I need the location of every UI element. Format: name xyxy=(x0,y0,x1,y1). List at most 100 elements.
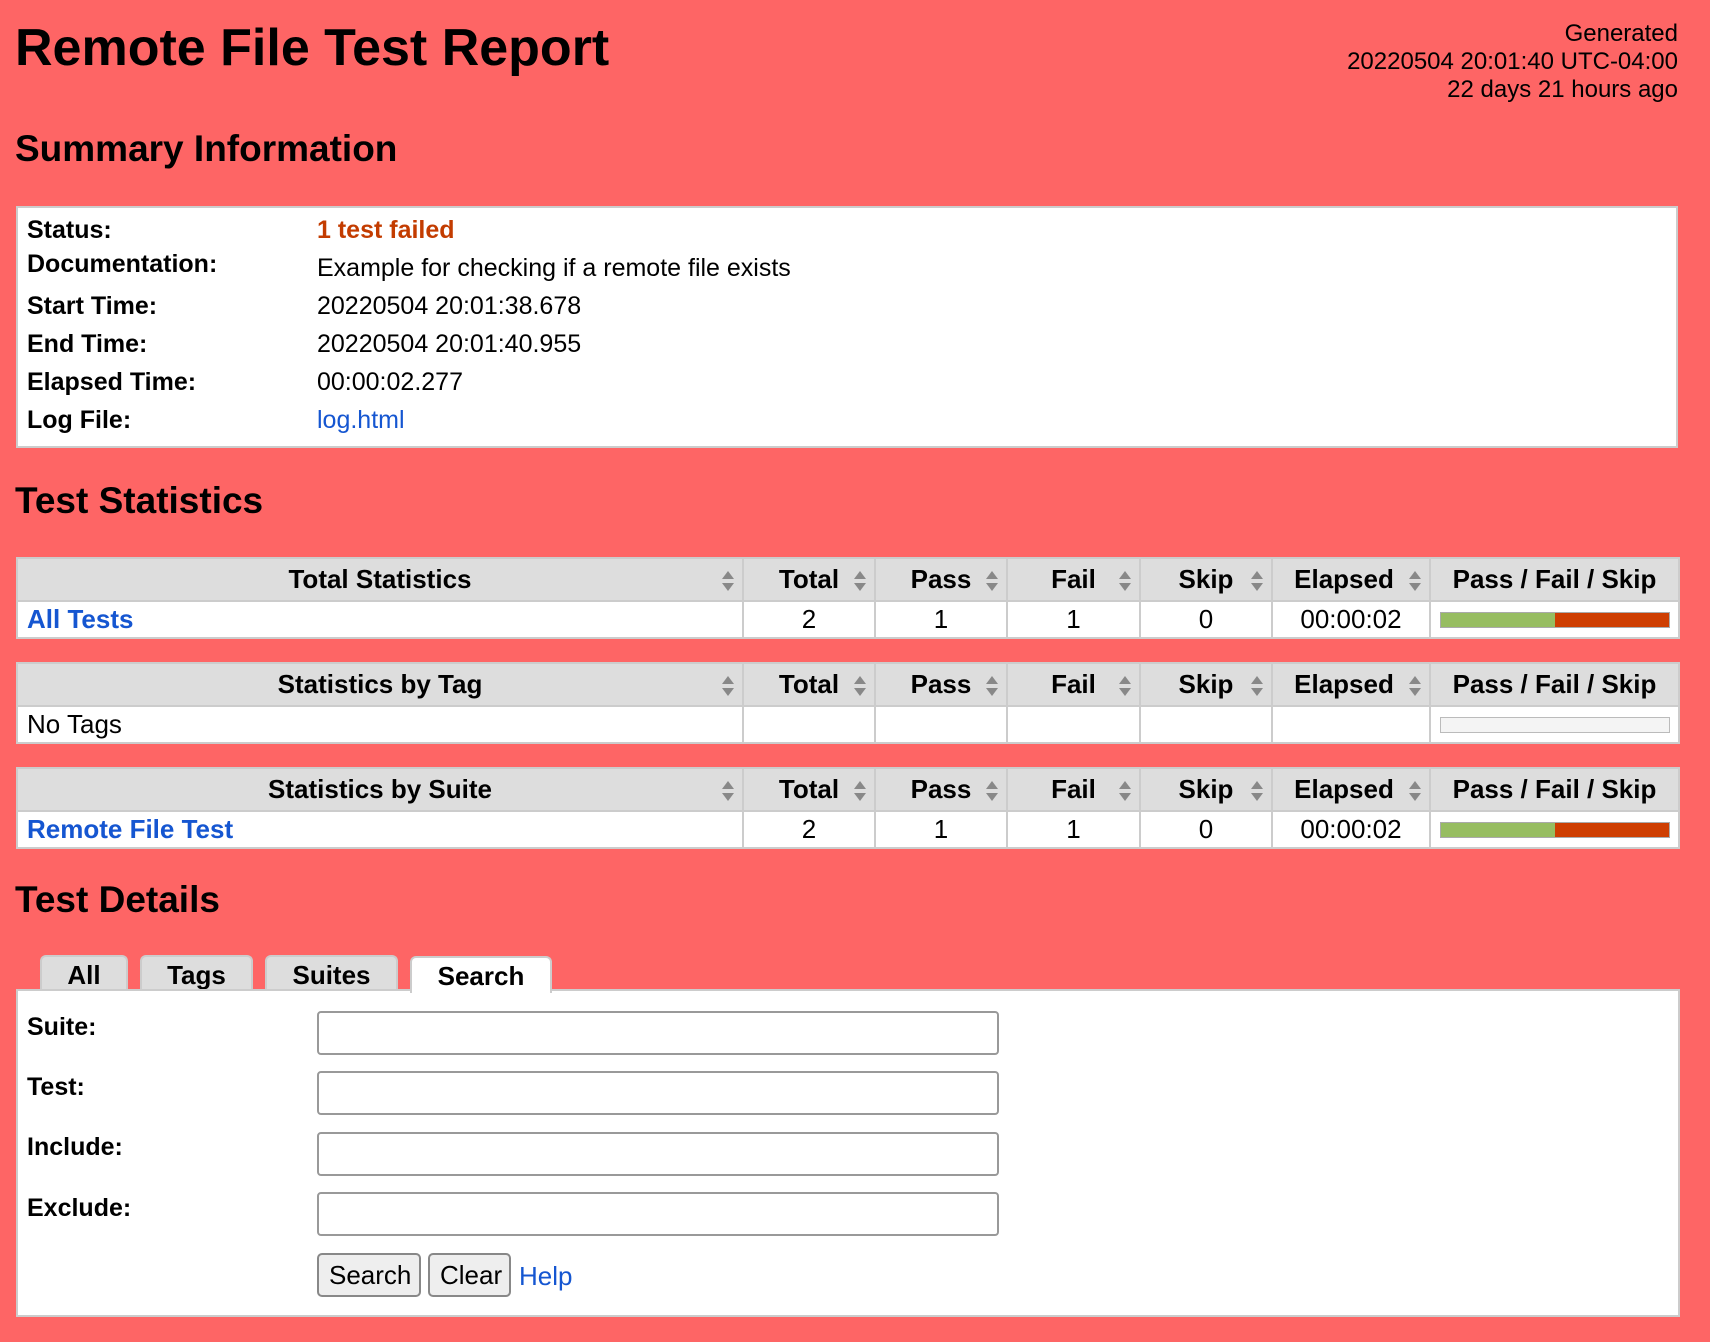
column-header-fail[interactable]: Fail xyxy=(1006,557,1141,602)
column-header-elapsed[interactable]: Elapsed xyxy=(1271,557,1431,602)
tag-statistics-table: Statistics by Tag Total Pass Fail Skip E… xyxy=(16,662,1680,744)
exclude-label: Exclude: xyxy=(27,1194,132,1222)
test-input[interactable] xyxy=(317,1071,999,1115)
column-header-total[interactable]: Total xyxy=(742,557,876,602)
column-header-pass[interactable]: Pass xyxy=(874,767,1008,812)
table-header-row: Statistics by Suite Total Pass Fail Skip… xyxy=(16,767,1680,812)
generated-label: Generated xyxy=(1564,20,1678,47)
sort-icon xyxy=(1250,570,1264,592)
graph-cell xyxy=(1429,600,1680,639)
sort-icon xyxy=(985,675,999,697)
elapsed-time-label: Elapsed Time: xyxy=(27,368,197,396)
total-cell xyxy=(742,705,876,744)
sort-icon xyxy=(1408,675,1422,697)
sort-icon xyxy=(1408,570,1422,592)
sort-icon xyxy=(985,570,999,592)
suite-input[interactable] xyxy=(317,1011,999,1055)
test-label: Test: xyxy=(27,1073,85,1101)
column-header-elapsed[interactable]: Elapsed xyxy=(1271,662,1431,707)
pass-cell: 1 xyxy=(874,600,1008,639)
statistics-heading: Test Statistics xyxy=(15,480,264,521)
summary-table: Status: 1 test failed Documentation: Exa… xyxy=(16,206,1678,448)
column-header-skip[interactable]: Skip xyxy=(1139,557,1273,602)
all-tests-link[interactable]: All Tests xyxy=(27,604,133,634)
start-time-label: Start Time: xyxy=(27,292,158,320)
column-header-graph: Pass / Fail / Skip xyxy=(1429,557,1680,602)
elapsed-time-value: 00:00:02.277 xyxy=(317,368,463,396)
start-time-value: 20220504 20:01:38.678 xyxy=(317,292,582,320)
table-row: Remote File Test 2 1 1 0 00:00:02 xyxy=(16,810,1680,849)
exclude-input[interactable] xyxy=(317,1192,999,1236)
sort-icon xyxy=(853,780,867,802)
column-header-elapsed[interactable]: Elapsed xyxy=(1271,767,1431,812)
details-heading: Test Details xyxy=(15,879,220,920)
table-header-row: Statistics by Tag Total Pass Fail Skip E… xyxy=(16,662,1680,707)
tab-tags[interactable]: Tags xyxy=(140,955,253,990)
sort-icon xyxy=(721,780,735,802)
column-header-total[interactable]: Total xyxy=(742,767,876,812)
suite-link[interactable]: Remote File Test xyxy=(27,814,233,844)
column-header-skip[interactable]: Skip xyxy=(1139,767,1273,812)
column-header-name[interactable]: Statistics by Tag xyxy=(16,662,744,707)
status-label: Status: xyxy=(27,216,112,244)
tab-suites[interactable]: Suites xyxy=(265,955,398,990)
include-label: Include: xyxy=(27,1133,123,1161)
column-header-pass[interactable]: Pass xyxy=(874,662,1008,707)
include-input[interactable] xyxy=(317,1132,999,1176)
table-header-row: Total Statistics Total Pass Fail Skip El… xyxy=(16,557,1680,602)
log-file-link[interactable]: log.html xyxy=(317,406,405,435)
column-header-total[interactable]: Total xyxy=(742,662,876,707)
search-panel: Suite: Test: Include: Exclude: Search Cl… xyxy=(16,989,1680,1317)
documentation-value: Example for checking if a remote file ex… xyxy=(317,254,791,282)
column-header-graph: Pass / Fail / Skip xyxy=(1429,767,1680,812)
sort-icon xyxy=(853,570,867,592)
pass-cell: 1 xyxy=(874,810,1008,849)
total-cell: 2 xyxy=(742,600,876,639)
sort-icon xyxy=(1250,675,1264,697)
total-cell: 2 xyxy=(742,810,876,849)
sort-icon xyxy=(1250,780,1264,802)
sort-icon xyxy=(1408,780,1422,802)
documentation-label: Documentation: xyxy=(27,250,218,278)
status-value: 1 test failed xyxy=(317,216,455,244)
graph-cell xyxy=(1429,810,1680,849)
skip-cell: 0 xyxy=(1139,600,1273,639)
summary-heading: Summary Information xyxy=(15,128,398,169)
graph-cell xyxy=(1429,705,1680,744)
elapsed-cell xyxy=(1271,705,1431,744)
clear-button[interactable]: Clear xyxy=(428,1253,511,1297)
report-title: Remote File Test Report xyxy=(15,19,610,77)
column-header-graph: Pass / Fail / Skip xyxy=(1429,662,1680,707)
tab-all[interactable]: All xyxy=(40,955,128,990)
fail-cell: 1 xyxy=(1006,810,1141,849)
column-header-name[interactable]: Total Statistics xyxy=(16,557,744,602)
pass-fail-skip-bar xyxy=(1439,821,1670,838)
help-link[interactable]: Help xyxy=(519,1261,572,1292)
fail-cell xyxy=(1006,705,1141,744)
end-time-value: 20220504 20:01:40.955 xyxy=(317,330,582,358)
column-header-name[interactable]: Statistics by Suite xyxy=(16,767,744,812)
column-header-fail[interactable]: Fail xyxy=(1006,767,1141,812)
no-tags-cell: No Tags xyxy=(16,705,744,744)
tab-search[interactable]: Search xyxy=(410,956,552,993)
suite-label: Suite: xyxy=(27,1013,97,1041)
generated-info: Generated 20220504 20:01:40 UTC-04:00 22… xyxy=(1347,20,1678,104)
generated-time: 20220504 20:01:40 UTC-04:00 xyxy=(1347,48,1678,75)
sort-icon xyxy=(853,675,867,697)
column-header-fail[interactable]: Fail xyxy=(1006,662,1141,707)
fail-cell: 1 xyxy=(1006,600,1141,639)
skip-cell xyxy=(1139,705,1273,744)
fail-bar-segment xyxy=(1554,612,1669,627)
column-header-skip[interactable]: Skip xyxy=(1139,662,1273,707)
fail-bar-segment xyxy=(1554,822,1669,837)
pass-bar-segment xyxy=(1440,822,1555,837)
sort-icon xyxy=(1118,570,1132,592)
pass-fail-skip-bar xyxy=(1439,611,1670,628)
table-row: All Tests 2 1 1 0 00:00:02 xyxy=(16,600,1680,639)
elapsed-cell: 00:00:02 xyxy=(1271,600,1431,639)
end-time-label: End Time: xyxy=(27,330,148,358)
column-header-pass[interactable]: Pass xyxy=(874,557,1008,602)
table-row: No Tags xyxy=(16,705,1680,744)
suite-statistics-table: Statistics by Suite Total Pass Fail Skip… xyxy=(16,767,1680,849)
search-button[interactable]: Search xyxy=(317,1253,421,1297)
